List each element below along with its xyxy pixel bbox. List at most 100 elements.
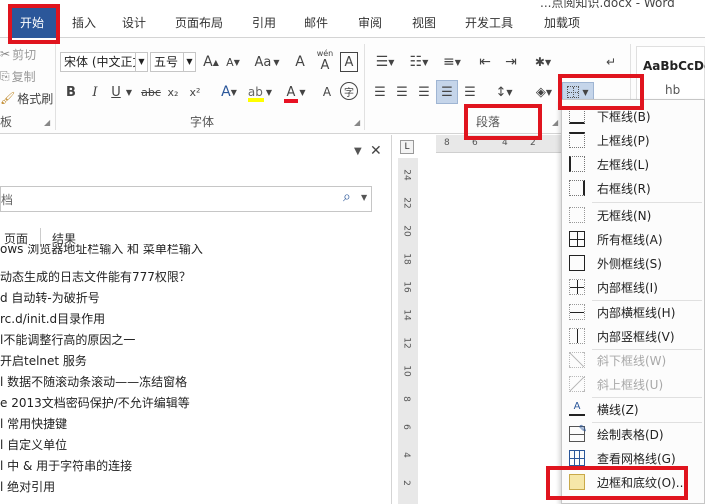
bullets-button[interactable]: ☰ ▼: [370, 52, 400, 72]
list-item[interactable]: rc.d/init.d目录作用: [0, 309, 390, 330]
align-right-button[interactable]: ☰: [414, 82, 434, 102]
list-item[interactable]: e 2013文档密码保护/不允许编辑等: [0, 393, 390, 414]
align-left-button[interactable]: ☰: [370, 82, 390, 102]
menu-item-left-border[interactable]: 左框线(L): [562, 152, 704, 176]
font-launcher-icon[interactable]: ◢: [354, 118, 360, 127]
char-border-button[interactable]: A: [340, 52, 358, 72]
menu-item-inside-borders[interactable]: 内部框线(I): [562, 275, 704, 299]
nav-search-input[interactable]: 档 ⌕ ▼: [0, 186, 372, 212]
list-item[interactable]: 动态生成的日志文件能有777权限？: [0, 267, 390, 288]
justify-button[interactable]: ☰: [436, 80, 458, 104]
menu-item-label: 查看网格线(G): [597, 451, 676, 466]
menu-item-no-border[interactable]: 无框线(N): [562, 203, 704, 227]
menu-item-horizontal-line[interactable]: A 横线(Z): [562, 397, 704, 421]
tab-design[interactable]: 设计: [114, 8, 154, 38]
tab-insert[interactable]: 插入: [66, 8, 102, 38]
list-item[interactable]: l 常用快捷键: [0, 414, 390, 435]
list-item[interactable]: l 中 & 用于字符串的连接: [0, 456, 390, 477]
text-effects-icon: A: [221, 84, 231, 100]
underline-button[interactable]: U: [108, 82, 124, 102]
font-effects-button[interactable]: A: [314, 82, 340, 102]
tab-references[interactable]: 引用: [244, 8, 284, 38]
multilevel-list-icon: ≡: [443, 54, 455, 70]
menu-item-label: 内部横框线(H): [597, 305, 676, 320]
tab-view[interactable]: 视图: [404, 8, 444, 38]
copy-button[interactable]: ⎘ 复制: [0, 67, 36, 85]
vertical-ruler[interactable]: 24 22 20 18 16 14 12 10 8 6 4 2: [398, 158, 418, 504]
close-icon[interactable]: ✕: [370, 143, 382, 159]
tab-mailings[interactable]: 邮件: [296, 8, 336, 38]
diagonal-up-border-icon: [569, 376, 585, 392]
list-item[interactable]: l 数据不随滚动条滚动——冻结窗格: [0, 372, 390, 393]
increase-indent-button[interactable]: ⇥: [500, 52, 522, 72]
strikethrough-button[interactable]: abc: [140, 82, 162, 102]
diagonal-down-border-icon: [569, 352, 585, 368]
tab-review[interactable]: 审阅: [350, 8, 390, 38]
clipboard-launcher-icon[interactable]: ◢: [44, 118, 50, 127]
cut-button[interactable]: ✂ 剪切: [0, 45, 36, 63]
menu-item-label: 左框线(L): [597, 157, 650, 172]
inside-borders-icon: [569, 279, 585, 295]
list-item[interactable]: l 自定义单位: [0, 435, 390, 456]
menu-item-inside-horizontal[interactable]: 内部横框线(H): [562, 300, 704, 324]
text-effects-button[interactable]: A ▼: [216, 82, 242, 102]
font-color-button[interactable]: A ▼: [282, 82, 310, 103]
menu-item-label: 下框线(B): [597, 109, 651, 124]
menu-item-right-border[interactable]: 右框线(R): [562, 176, 704, 200]
chevron-down-icon[interactable]: ▼: [135, 53, 147, 71]
menu-item-diagonal-down: 斜下框线(W): [562, 348, 704, 372]
list-item[interactable]: l 绝对引用: [0, 477, 390, 498]
decrease-indent-button[interactable]: ⇤: [474, 52, 496, 72]
highlight-button[interactable]: ab ▼: [246, 82, 274, 102]
menu-item-outside-borders[interactable]: 外侧框线(S): [562, 251, 704, 275]
pane-options-icon[interactable]: ▼: [354, 146, 362, 157]
menu-item-inside-vertical[interactable]: 内部竖框线(V): [562, 324, 704, 348]
document-page[interactable]: [418, 158, 561, 504]
menu-item-draw-table[interactable]: ✎ 绘制表格(D): [562, 422, 704, 446]
font-name-combo[interactable]: 宋体 (中文正文) ▼: [60, 52, 148, 72]
bold-button[interactable]: B: [62, 82, 80, 102]
chevron-down-icon[interactable]: ▼: [361, 193, 367, 202]
change-case-button[interactable]: Aa ▼: [252, 52, 282, 72]
shrink-font-button[interactable]: A ▼: [224, 52, 242, 72]
list-item[interactable]: l不能调整行高的原因之一: [0, 330, 390, 351]
show-marks-button[interactable]: ↵: [600, 52, 622, 72]
asian-layout-button[interactable]: ✱ ▼: [530, 52, 556, 72]
format-painter-button[interactable]: 🖌 格式刷: [0, 89, 53, 107]
enclose-char-button[interactable]: 字: [340, 82, 358, 100]
paragraph-launcher-icon[interactable]: ◢: [552, 118, 558, 127]
menu-item-top-border[interactable]: 上框线(P): [562, 128, 704, 152]
subscript-button[interactable]: x₂: [164, 82, 182, 102]
chevron-down-icon[interactable]: ▼: [183, 53, 195, 71]
distributed-button[interactable]: ☰: [460, 82, 480, 102]
line-spacing-button[interactable]: ↕ ▼: [490, 82, 518, 102]
list-item[interactable]: ows 浏览器地址栏输入 和 菜单栏输入: [0, 244, 390, 256]
tab-developer[interactable]: 开发工具: [454, 8, 524, 38]
chevron-down-icon[interactable]: ▼: [124, 82, 134, 102]
style-sample-label: hb: [665, 83, 681, 97]
phonetic-guide-button[interactable]: wén A: [314, 48, 336, 74]
list-item[interactable]: 开启telnet 服务: [0, 351, 390, 372]
paint-bucket-icon: ◈: [535, 84, 546, 100]
italic-button[interactable]: I: [86, 82, 104, 102]
tab-addins[interactable]: 加载项: [532, 8, 592, 38]
tab-selector-icon[interactable]: L: [400, 140, 414, 154]
search-icon[interactable]: ⌕: [343, 189, 351, 205]
highlight-box-paragraph: [464, 104, 542, 140]
align-center-button[interactable]: ☰: [392, 82, 412, 102]
enclose-char-icon: 字: [344, 87, 354, 99]
shading-button[interactable]: ◈ ▼: [530, 82, 558, 102]
tab-page-layout[interactable]: 页面布局: [164, 8, 234, 38]
menu-item-all-borders[interactable]: 所有框线(A): [562, 227, 704, 251]
grow-font-button[interactable]: A ▲: [202, 52, 220, 72]
multilevel-list-button[interactable]: ≡ ▼: [438, 52, 466, 72]
menu-item-label: 内部竖框线(V): [597, 329, 675, 344]
superscript-button[interactable]: x²: [186, 82, 204, 102]
font-size-combo[interactable]: 五号 ▼: [150, 52, 196, 72]
clear-formatting-button[interactable]: A: [290, 52, 310, 72]
numbering-button[interactable]: ☷ ▼: [404, 52, 434, 72]
letter-a-icon: A: [322, 85, 332, 99]
clipboard-group-label: 板: [0, 115, 13, 129]
list-item[interactable]: d 自动转-为破折号: [0, 288, 390, 309]
menu-item-label: 上框线(P): [597, 133, 650, 148]
